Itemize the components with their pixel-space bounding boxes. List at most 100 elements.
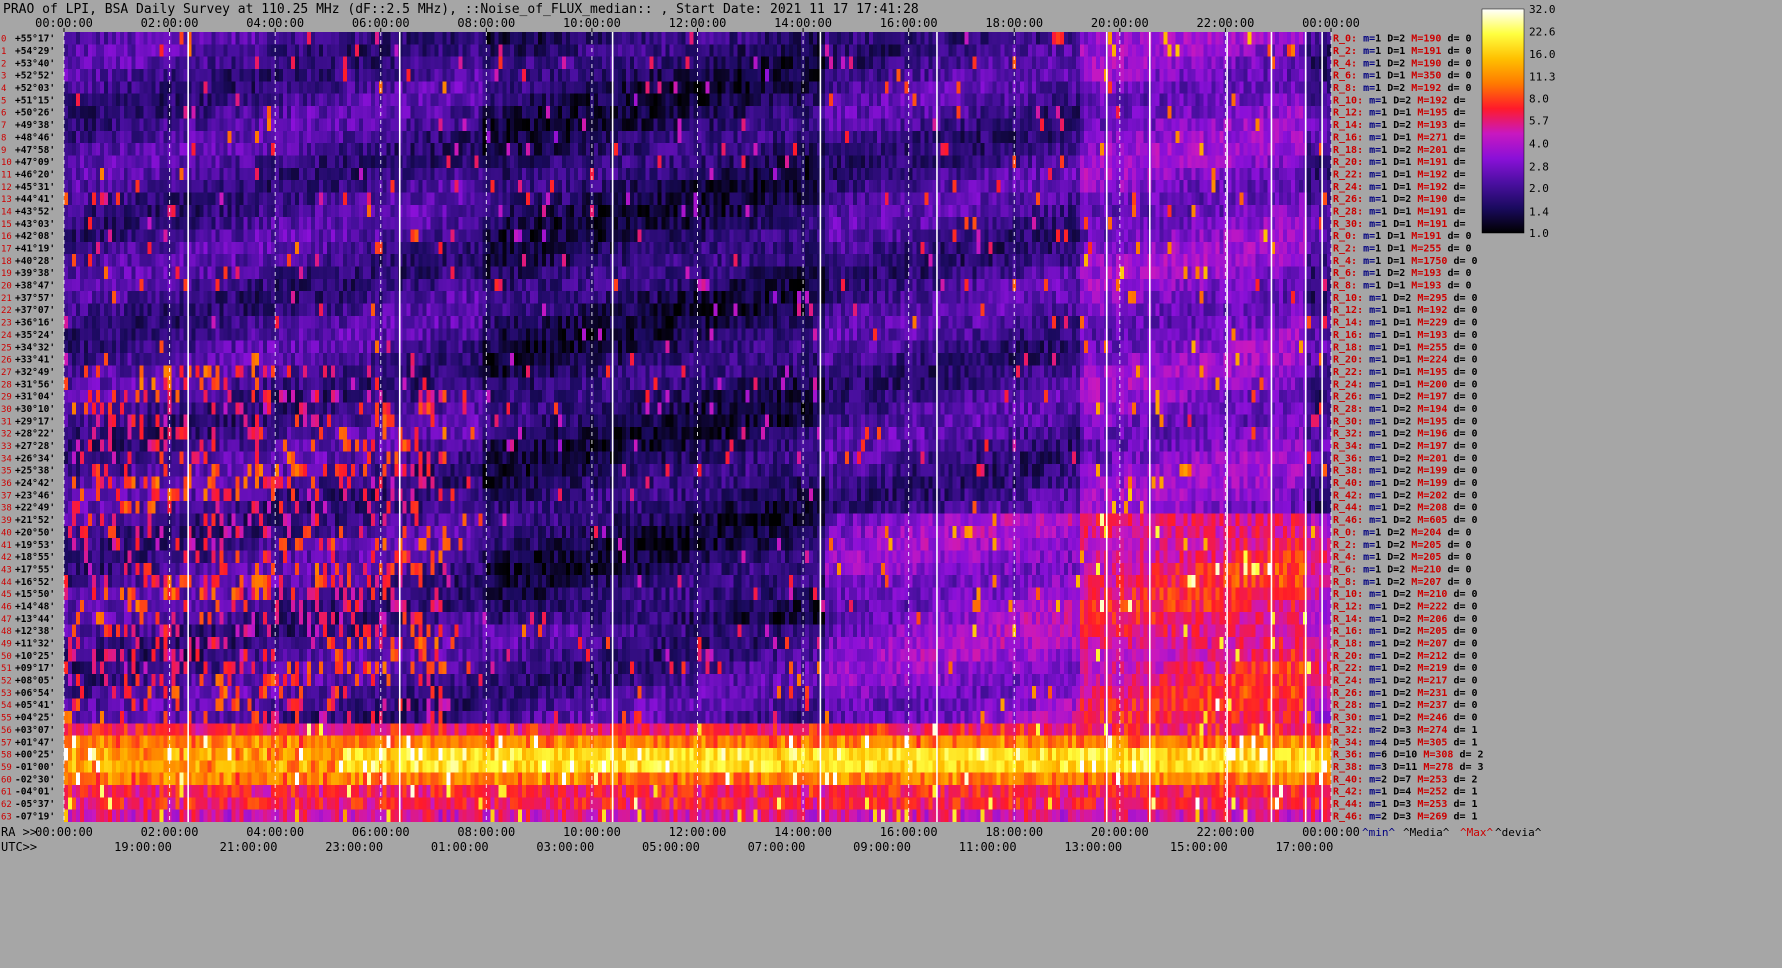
- ra-tick-label: 06:00:00: [352, 825, 410, 839]
- row-stat: R_38: m=1 D=2 M=199 d= 0: [1333, 466, 1478, 477]
- row-index: 53: [1, 689, 12, 699]
- utc-tick-label: 07:00:00: [748, 840, 806, 854]
- ra-tick-label: 02:00:00: [141, 825, 199, 839]
- declination-axis: 0 +55°17' 1 +54°29' 2 +53°40' 3 +52°52' 4 +52°03'…: [1, 34, 55, 823]
- declination-label: +48°46': [15, 132, 55, 143]
- row-index: 61: [1, 788, 12, 798]
- row-stat: R_28: m=1 D=1 M=191 d=: [1333, 206, 1466, 217]
- utc-tick-label: 21:00:00: [220, 840, 278, 854]
- ra-tick-label: 10:00:00: [563, 825, 621, 839]
- row-stat: R_46: m=2 D=3 M=269 d= 1: [1333, 811, 1478, 822]
- declination-label: +31°56': [15, 379, 55, 390]
- top-tick-label: 10:00:00: [563, 16, 621, 30]
- declination-label: +47°58': [15, 145, 55, 156]
- row-index: 6: [1, 109, 6, 119]
- top-tick-label: 14:00:00: [774, 16, 832, 30]
- row-index: 59: [1, 763, 12, 773]
- utc-tick-label: 15:00:00: [1170, 840, 1228, 854]
- declination-label: +35°24': [15, 330, 55, 341]
- colorbar-tick-label: 11.3: [1529, 70, 1556, 83]
- declination-label: +37°57': [15, 293, 55, 304]
- declination-label: -02°30': [15, 774, 55, 785]
- declination-label: +00°25': [15, 750, 55, 761]
- ra-tick-label: 14:00:00: [774, 825, 832, 839]
- row-stat: R_8: m=1 D=2 M=207 d= 0: [1333, 577, 1472, 588]
- row-stat: R_34: m=1 D=2 M=197 d= 0: [1333, 441, 1478, 452]
- stats-footer-label: ^devia^: [1495, 826, 1542, 839]
- row-stat: R_0: m=1 D=1 M=191 d= 0: [1333, 231, 1472, 242]
- row-index: 62: [1, 800, 12, 810]
- declination-label: +11°32': [15, 639, 55, 650]
- top-tick-label: 22:00:00: [1197, 16, 1255, 30]
- row-index: 21: [1, 294, 12, 304]
- row-stat: R_6: m=1 D=1 M=350 d= 0: [1333, 71, 1472, 82]
- row-index: 34: [1, 454, 12, 464]
- row-stat: R_20: m=1 D=1 M=191 d=: [1333, 157, 1466, 168]
- declination-label: +38°47': [15, 281, 55, 292]
- row-stat: R_10: m=1 D=2 M=210 d= 0: [1333, 589, 1478, 600]
- utc-tick-label: 11:00:00: [959, 840, 1017, 854]
- chart-title: PRAO of LPI, BSA Daily Survey at 110.25 …: [3, 2, 919, 17]
- declination-label: +39°38': [15, 268, 55, 279]
- declination-label: +52°03': [15, 83, 55, 94]
- row-index: 48: [1, 627, 12, 637]
- top-tick-label: 00:00:00: [35, 16, 93, 30]
- row-stat: R_34: m=4 D=5 M=305 d= 1: [1333, 737, 1478, 748]
- stats-footer-label: ^min^: [1362, 826, 1395, 839]
- declination-label: +18°55': [15, 552, 55, 563]
- top-tick-label: 04:00:00: [246, 16, 304, 30]
- row-index: 3: [1, 72, 6, 82]
- ra-tick-label: 04:00:00: [246, 825, 304, 839]
- top-tick-label: 12:00:00: [669, 16, 727, 30]
- row-stat: R_8: m=1 D=1 M=193 d= 0: [1333, 281, 1472, 292]
- row-stat: R_6: m=1 D=2 M=193 d= 0: [1333, 268, 1472, 279]
- row-index: 63: [1, 812, 12, 822]
- utc-tick-label: 13:00:00: [1064, 840, 1122, 854]
- row-index: 8: [1, 133, 6, 143]
- declination-label: +06°54': [15, 688, 55, 699]
- row-stat: R_36: m=1 D=2 M=201 d= 0: [1333, 453, 1478, 464]
- row-stat: R_2: m=1 D=2 M=205 d= 0: [1333, 540, 1472, 551]
- row-stat: R_10: m=1 D=2 M=295 d= 0: [1333, 293, 1478, 304]
- top-tick-label: 00:00:00: [1302, 16, 1360, 30]
- declination-label: +14°48': [15, 601, 55, 612]
- row-stat: R_2: m=1 D=1 M=191 d= 0: [1333, 46, 1472, 57]
- row-index: 55: [1, 714, 12, 724]
- row-stat: R_42: m=1 D=2 M=202 d= 0: [1333, 490, 1478, 501]
- utc-tick-label: 03:00:00: [536, 840, 594, 854]
- row-stat: R_14: m=1 D=2 M=193 d=: [1333, 120, 1466, 131]
- colorbar-tick-label: 1.4: [1529, 205, 1549, 218]
- declination-label: +10°25': [15, 651, 55, 662]
- row-stat: R_2: m=1 D=1 M=255 d= 0: [1333, 244, 1472, 255]
- declination-label: +13°44': [15, 614, 55, 625]
- row-index: 54: [1, 701, 12, 711]
- row-index: 33: [1, 442, 12, 452]
- row-stat: R_12: m=1 D=1 M=192 d= 0: [1333, 305, 1478, 316]
- colorbar-tick-label: 8.0: [1529, 93, 1549, 106]
- row-stat: R_44: m=1 D=2 M=208 d= 0: [1333, 503, 1478, 514]
- row-index: 14: [1, 207, 12, 217]
- declination-label: -01°00': [15, 762, 55, 773]
- row-stat: R_26: m=1 D=2 M=197 d= 0: [1333, 392, 1478, 403]
- top-tick-label: 18:00:00: [985, 16, 1043, 30]
- row-stat: R_30: m=1 D=2 M=246 d= 0: [1333, 713, 1478, 724]
- row-index: 44: [1, 578, 12, 588]
- row-index: 25: [1, 343, 12, 353]
- top-tick-label: 16:00:00: [880, 16, 938, 30]
- row-index: 9: [1, 146, 6, 156]
- utc-tick-label: 09:00:00: [853, 840, 911, 854]
- row-index: 46: [1, 602, 12, 612]
- ra-tick-label: 16:00:00: [880, 825, 938, 839]
- utc-label: UTC>>: [1, 840, 37, 854]
- declination-label: +46°20': [15, 169, 55, 180]
- row-stat: R_46: m=1 D=2 M=605 d= 0: [1333, 515, 1478, 526]
- row-index: 39: [1, 516, 12, 526]
- row-index: 20: [1, 282, 12, 292]
- row-index: 32: [1, 430, 12, 440]
- row-stat: R_20: m=1 D=1 M=224 d= 0: [1333, 355, 1478, 366]
- row-index: 58: [1, 751, 12, 761]
- declination-label: +45°31': [15, 182, 55, 193]
- utc-tick-label: 19:00:00: [114, 840, 172, 854]
- row-index: 26: [1, 356, 12, 366]
- ra-tick-label: 22:00:00: [1197, 825, 1255, 839]
